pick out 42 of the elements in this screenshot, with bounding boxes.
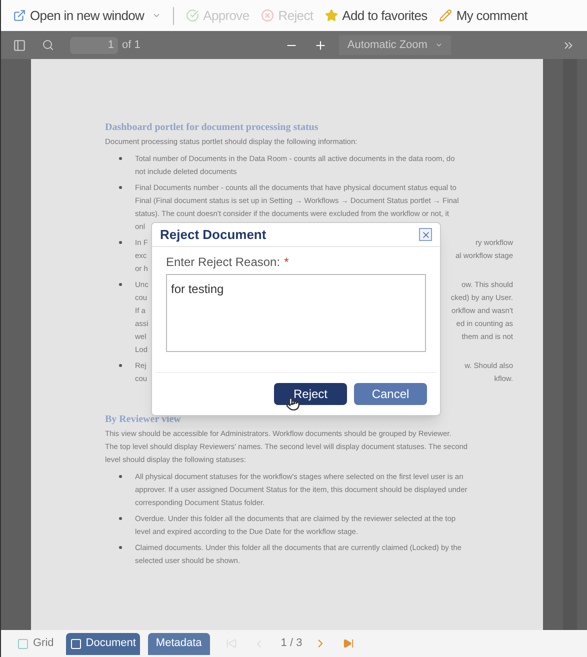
close-icon xyxy=(420,230,430,240)
toolbar-button[interactable]: Add to favorites xyxy=(325,6,428,26)
zoom-select[interactable]: Automatic Zoom xyxy=(339,35,452,55)
toolbar-button[interactable]: Open in new window xyxy=(13,6,162,26)
caret-icon xyxy=(435,41,444,49)
bullet-icon xyxy=(118,546,122,549)
field-label: Enter Reject Reason: * xyxy=(166,254,290,271)
bullet-icon xyxy=(118,157,122,160)
view-tab[interactable]: Document xyxy=(66,632,140,654)
star-icon xyxy=(325,9,338,22)
caret-icon xyxy=(152,11,162,20)
page-number-field[interactable]: 1 xyxy=(70,36,118,54)
required-mark: * xyxy=(284,255,289,269)
page-indicator: 1 / 3 xyxy=(280,636,302,652)
square-icon xyxy=(70,638,82,650)
search-icon[interactable] xyxy=(42,39,54,51)
sidebar-toggle-icon[interactable] xyxy=(13,38,26,52)
view-tab[interactable]: Grid xyxy=(13,632,58,654)
check-circle-icon xyxy=(186,9,200,22)
metadata-tab[interactable]: Metadata xyxy=(148,632,210,654)
dialog-title: Reject Document xyxy=(160,226,266,244)
dialog-button[interactable]: Reject xyxy=(274,383,347,405)
window-icon xyxy=(13,9,26,22)
bullet-icon xyxy=(118,517,122,520)
page-count: of 1 xyxy=(122,38,140,53)
bullet-icon xyxy=(118,364,122,367)
close-button[interactable] xyxy=(419,228,432,241)
zoom-in-icon[interactable] xyxy=(314,38,328,52)
scrollbar[interactable] xyxy=(563,59,577,630)
reason-field[interactable]: for testing xyxy=(166,274,426,352)
toolbar-button[interactable]: My comment xyxy=(439,6,528,26)
dialog-button[interactable]: Cancel xyxy=(354,383,427,405)
bullet-icon xyxy=(118,186,122,189)
pencil-icon xyxy=(439,9,452,22)
section-heading: By Reviewer view xyxy=(105,413,182,427)
bullet-icon xyxy=(118,283,122,286)
section-heading: Dashboard portlet for document processing status xyxy=(105,121,320,135)
cross-circle-icon xyxy=(261,9,274,22)
square-icon xyxy=(17,638,29,650)
last-page-icon[interactable] xyxy=(343,638,354,649)
bullet-icon xyxy=(118,241,122,244)
bullet-icon xyxy=(118,475,122,478)
